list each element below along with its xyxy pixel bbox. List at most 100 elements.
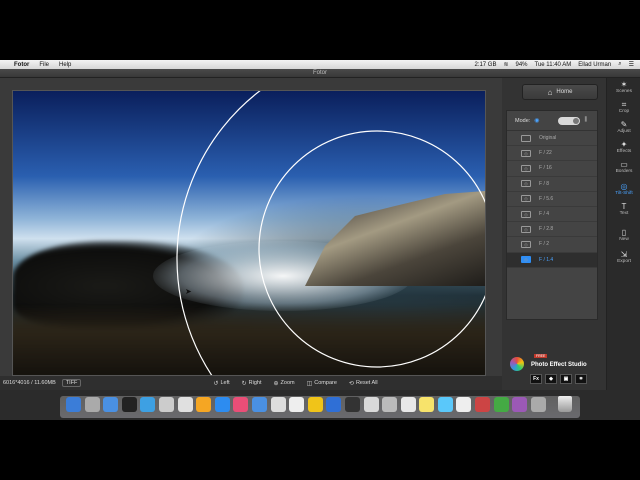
dock-app-icon[interactable]	[419, 397, 435, 412]
home-icon: ⌂	[547, 87, 553, 97]
menu-help[interactable]: Help	[59, 62, 71, 68]
battery-status[interactable]: 94%	[516, 62, 528, 68]
tilt-shift-overlay[interactable]	[13, 91, 486, 376]
aperture-item[interactable]: ◎ F / 5.6	[507, 192, 597, 207]
promo-icon-diamond[interactable]: ◆	[545, 374, 557, 384]
aperture-item[interactable]: ◎ F / 1.4	[507, 252, 597, 268]
mouse-cursor-icon: ➤	[185, 287, 192, 296]
promo-icon-frame[interactable]: ▣	[560, 374, 572, 384]
dock-app-icon[interactable]	[140, 397, 156, 412]
menu-file[interactable]: File	[39, 62, 49, 68]
aperture-icon: ◎	[521, 225, 531, 233]
dock-app-icon[interactable]	[121, 397, 137, 412]
dock-app-icon[interactable]	[363, 397, 379, 412]
tool-crop[interactable]: ⌗ Crop	[607, 100, 640, 114]
aperture-label: F / 5.6	[539, 195, 554, 202]
dock-app-icon[interactable]	[251, 397, 267, 412]
aperture-item[interactable]: ◎ F / 2	[507, 237, 597, 253]
dock-app-icon[interactable]	[270, 397, 286, 412]
dock-app-icon[interactable]	[530, 397, 546, 412]
promo-icons: Fx ◆ ▣ ⌗	[530, 374, 590, 384]
tool-text[interactable]: T Text	[607, 202, 640, 216]
image-dimensions: 6016*4016 / 11.60MB	[3, 380, 56, 386]
aperture-item[interactable]: ◎ F / 22	[507, 146, 597, 162]
clock[interactable]: Tue 11:40 AM	[535, 62, 572, 68]
dock-app-icon[interactable]	[84, 397, 100, 412]
compare-button[interactable]: ◫ Compare	[307, 380, 337, 387]
wifi-icon[interactable]: ≋	[503, 61, 508, 68]
focus-inner-circle[interactable]	[258, 130, 486, 368]
dock-app-icon[interactable]	[196, 397, 212, 412]
dock-app-icon[interactable]	[103, 397, 119, 412]
aperture-item[interactable]: ◎ F / 8	[507, 177, 597, 192]
rotate-left-button[interactable]: ↺ Left	[213, 380, 229, 387]
aperture-icon: ◎	[521, 256, 531, 264]
dock-app-icon[interactable]	[512, 397, 528, 412]
aperture-item[interactable]: Original	[507, 131, 597, 147]
format-select[interactable]: TIFF	[61, 379, 82, 387]
notification-icon[interactable]: ☰	[629, 61, 634, 68]
dock-app-icon[interactable]	[326, 397, 342, 412]
tool-label: Text	[619, 211, 629, 216]
compare-icon: ◫	[306, 380, 313, 387]
dock-app-icon[interactable]	[158, 397, 174, 412]
dock-app-icon[interactable]	[382, 397, 398, 412]
radial-mode-icon[interactable]: ◉	[534, 117, 539, 124]
user-name[interactable]: Ellad Urman	[578, 62, 611, 68]
promo-name: Photo Effect Studio	[531, 362, 587, 368]
tool-adjust[interactable]: ✎ Adjust	[607, 120, 640, 134]
dock-app-icon[interactable]	[456, 397, 472, 412]
promo-icon-fx[interactable]: Fx	[530, 374, 542, 384]
aperture-label: Original	[539, 135, 557, 142]
mode-row: Mode: ◉ ⫼	[507, 111, 597, 131]
window-title: Fotor	[0, 69, 640, 78]
dock-app-icon[interactable]	[437, 397, 453, 412]
dock-app-icon[interactable]	[344, 397, 360, 412]
tool-effects[interactable]: ✦ Effects	[607, 140, 640, 154]
tool-label: Export	[617, 259, 631, 264]
reset-all-button[interactable]: ⟲ Reset All	[349, 380, 378, 387]
rotate-right-button[interactable]: ↻ Right	[242, 380, 262, 387]
tilt-shift-icon: ◎	[620, 182, 628, 191]
promo-banner[interactable]: FREE Photo Effect Studio Fx ◆ ▣ ⌗	[504, 352, 600, 388]
photo-canvas[interactable]: ➤	[12, 90, 486, 376]
aperture-icon: ◎	[521, 210, 531, 218]
dock-app-icon[interactable]	[400, 397, 416, 412]
home-button[interactable]: ⌂ Home	[522, 84, 598, 100]
rotate-left-icon: ↺	[213, 380, 219, 387]
mode-toggle[interactable]	[557, 116, 580, 125]
dock-app-icon[interactable]	[214, 397, 230, 412]
menu-fotor[interactable]: Fotor	[14, 62, 29, 68]
linear-mode-icon[interactable]: ⫼	[585, 117, 588, 124]
aperture-item[interactable]: ◎ F / 2.8	[507, 222, 597, 238]
dock-app-icon[interactable]	[289, 397, 305, 412]
canvas-area[interactable]: ➤	[0, 78, 502, 376]
dock-app-icon[interactable]	[233, 397, 249, 412]
tool-tilt-shift[interactable]: ◎ Tilt-Shift	[607, 182, 640, 196]
aperture-label: F / 1.4	[539, 256, 554, 263]
tool-borders[interactable]: ▭ Borders	[607, 160, 640, 174]
memory-status[interactable]: 2:17 GB	[474, 62, 496, 68]
dock-app-icon[interactable]	[307, 397, 323, 412]
tool-export[interactable]: ⇲ Export	[607, 250, 640, 264]
trash-icon[interactable]	[558, 396, 572, 412]
spotlight-icon[interactable]: ⌕	[618, 61, 621, 68]
photo-effect-studio-logo-icon	[510, 357, 524, 371]
focus-outer-circle[interactable]	[176, 91, 486, 376]
aperture-item[interactable]: ◎ F / 4	[507, 207, 597, 223]
aperture-item[interactable]: ◎ F / 16	[507, 161, 597, 177]
aperture-label: F / 16	[539, 165, 552, 172]
effects-icon: ✦	[620, 140, 628, 149]
aperture-icon: ◎	[521, 180, 531, 188]
dock-app-icon[interactable]	[66, 397, 81, 412]
dock-app-icon[interactable]	[493, 397, 509, 412]
promo-icon-crop[interactable]: ⌗	[575, 374, 587, 384]
dock-app-icon[interactable]	[475, 397, 491, 412]
dock-app-icon[interactable]	[177, 397, 193, 412]
zoom-button[interactable]: ⊕ Zoom	[274, 380, 295, 387]
tool-new[interactable]: ▯ New	[607, 228, 640, 242]
tool-scenes[interactable]: ✶ Scenes	[607, 80, 640, 94]
tool-label: Scenes	[616, 89, 632, 94]
screen: Fotor File Help 2:17 GB ≋ 94% Tue 11:40 …	[0, 60, 640, 420]
new-icon: ▯	[621, 228, 627, 237]
